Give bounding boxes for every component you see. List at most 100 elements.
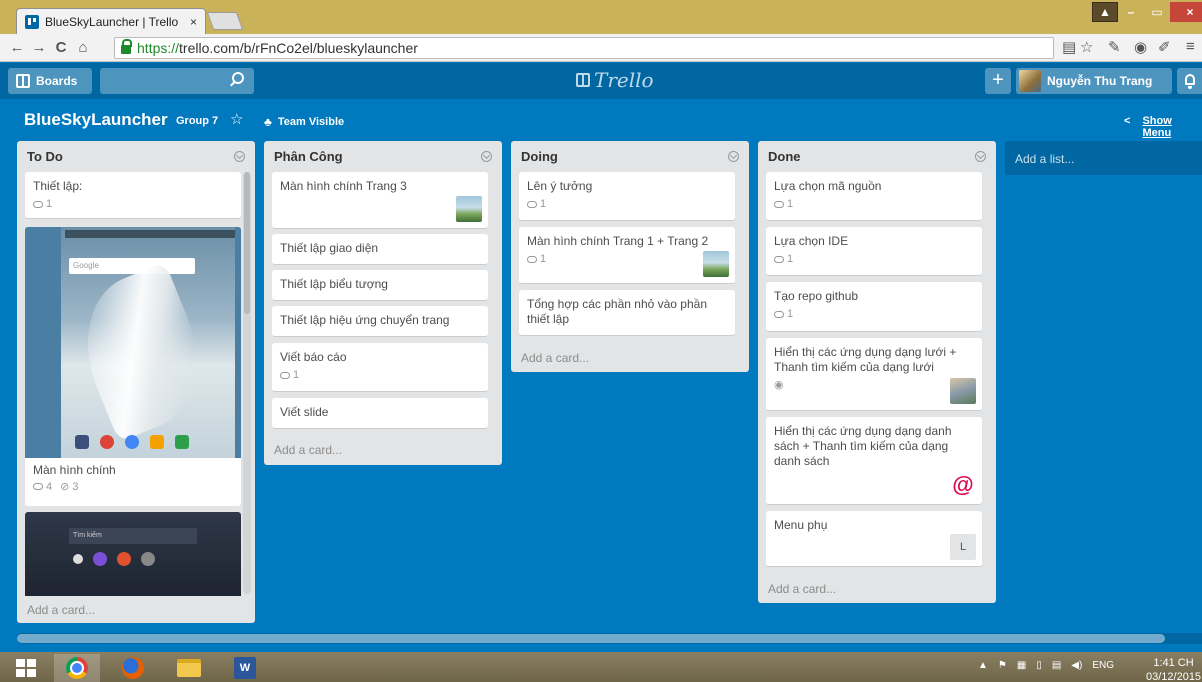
profile-icon[interactable]: ▲ — [1092, 2, 1118, 22]
card-title: Thiết lập hiệu ứng chuyển trang — [280, 313, 450, 327]
card-cover-image[interactable]: Tìm kiếm — [25, 512, 241, 596]
card-badges: 1 — [774, 197, 974, 212]
tray-flag-icon[interactable]: ⚑ — [998, 660, 1007, 671]
comment-count: 1 — [787, 198, 794, 210]
add-card-button[interactable]: Add a card... — [521, 351, 589, 365]
back-button[interactable]: ← — [6, 39, 28, 56]
notifications-button[interactable] — [1177, 68, 1202, 94]
lock-icon — [121, 39, 132, 54]
tray-volume-icon[interactable]: ◀) — [1071, 660, 1082, 671]
taskbar-clock[interactable]: 1:41 CH 03/12/2015 — [1146, 656, 1201, 682]
camera-extension-icon[interactable]: ◉ — [1134, 38, 1147, 56]
comment-icon — [33, 483, 43, 491]
maximize-button[interactable]: ▭ — [1144, 2, 1170, 22]
card-title: Tạo repo github — [774, 289, 859, 303]
taskbar-file-explorer[interactable] — [166, 654, 212, 682]
list-title: Phân Công — [274, 148, 343, 164]
search-input[interactable] — [100, 68, 254, 94]
card[interactable]: Màn hình chính Trang 1 + Trang 2 1 — [519, 227, 735, 284]
tray-battery-icon[interactable]: ▯ — [1036, 660, 1042, 671]
tray-network-icon[interactable]: ▤ — [1052, 660, 1061, 671]
reload-button[interactable]: C — [50, 39, 72, 56]
add-card-button[interactable]: Add a card... — [768, 582, 836, 596]
trello-logo[interactable]: Trello — [576, 68, 654, 92]
card-title: Thiết lập: — [33, 179, 83, 193]
tray-chevron-icon[interactable]: ▲ — [978, 660, 988, 671]
add-card-button[interactable]: Add a card... — [274, 443, 342, 457]
star-icon[interactable]: ☆ — [230, 110, 243, 128]
tab-close-icon[interactable]: × — [190, 15, 197, 29]
search-icon[interactable] — [232, 72, 244, 84]
pen-extension-icon[interactable]: ✎ — [1108, 38, 1121, 56]
add-card-button[interactable]: Add a card... — [27, 603, 95, 617]
card[interactable]: Viết slide — [272, 398, 488, 429]
image-backdrop — [235, 227, 241, 458]
close-window-button[interactable]: × — [1170, 2, 1202, 22]
browser-tab[interactable]: BlueSkyLauncher | Trello × — [16, 8, 206, 34]
card[interactable]: Lựa chọn mã nguồn 1 — [766, 172, 982, 221]
card-title: Hiển thị các ứng dụng dạng danh sách + T… — [774, 424, 952, 468]
card-title: Viết slide — [280, 405, 329, 419]
card[interactable]: Thiết lập giao diện — [272, 234, 488, 265]
add-list-button[interactable]: Add a list... — [1005, 141, 1202, 175]
card[interactable]: Tổng hợp các phần nhỏ vào phần thiết lập — [519, 290, 735, 336]
list-title: Doing — [521, 148, 558, 164]
list-menu-icon[interactable] — [728, 150, 739, 162]
card[interactable]: Hiển thị các ứng dụng dạng lưới + Thanh … — [766, 338, 982, 411]
board-horizontal-scrollbar[interactable] — [17, 633, 1202, 644]
card-badges: ◉ — [774, 378, 974, 393]
phone-search-bar: Tìm kiếm — [69, 528, 197, 544]
taskbar-chrome[interactable] — [54, 654, 100, 682]
card-badges: 1 — [527, 197, 727, 212]
card-badges: 4 ⊘ 3 — [33, 480, 233, 493]
list-header[interactable]: Doing — [511, 141, 749, 171]
address-bar[interactable]: https:// trello.com/b/rFnCo2el/blueskyla… — [114, 37, 1054, 59]
clock-time: 1:41 CH — [1153, 657, 1194, 669]
taskbar-word[interactable]: W — [222, 654, 268, 682]
list-header[interactable]: To Do — [17, 141, 255, 171]
card[interactable]: Menu phụ L — [766, 511, 982, 567]
start-button[interactable] — [8, 654, 44, 682]
bell-icon — [1185, 74, 1195, 89]
translate-icon[interactable]: ▤ — [1062, 38, 1076, 56]
list-menu-icon[interactable] — [481, 150, 492, 162]
minimize-button[interactable]: – — [1118, 2, 1144, 22]
card[interactable]: Tạo repo github 1 — [766, 282, 982, 332]
card[interactable]: Lên ý tưởng 1 — [519, 172, 735, 221]
card[interactable]: Lựa chọn IDE 1 — [766, 227, 982, 276]
user-menu-button[interactable]: Nguyễn Thu Trang — [1016, 68, 1172, 94]
add-button[interactable]: + — [985, 68, 1011, 94]
eyedropper-extension-icon[interactable]: ✐ — [1158, 38, 1171, 56]
taskbar-firefox[interactable] — [110, 654, 156, 682]
card-cover-image[interactable]: Google — [25, 227, 241, 458]
list-scrollbar[interactable] — [243, 172, 251, 594]
board-org[interactable]: Group 7 — [176, 115, 218, 127]
card[interactable]: Màn hình chính 4 ⊘ 3 — [25, 458, 241, 506]
phone-status-bar — [65, 230, 235, 238]
card[interactable]: Thiết lập: 1 — [25, 172, 241, 219]
forward-button[interactable]: → — [28, 39, 50, 56]
card[interactable]: Viết báo cáo 1 — [272, 343, 488, 392]
show-menu-button[interactable]: < Show Menu — [1124, 115, 1202, 139]
card[interactable]: Thiết lập hiệu ứng chuyển trang — [272, 306, 488, 337]
tray-apps-icon[interactable]: ▦ — [1017, 660, 1026, 671]
card-badges: 1 — [33, 197, 233, 212]
list-header[interactable]: Done — [758, 141, 996, 171]
comment-count: 1 — [46, 198, 53, 210]
card[interactable]: Màn hình chính Trang 3 — [272, 172, 488, 229]
card[interactable]: Hiển thị các ứng dụng dạng danh sách + T… — [766, 417, 982, 505]
folder-icon — [177, 659, 201, 677]
new-tab-button[interactable] — [206, 12, 244, 30]
comment-icon — [527, 200, 537, 208]
home-button[interactable]: ⌂ — [72, 39, 94, 56]
tray-language[interactable]: ENG — [1092, 660, 1114, 671]
menu-icon[interactable]: ≡ — [1186, 38, 1195, 55]
bookmark-star-icon[interactable]: ☆ — [1080, 38, 1093, 56]
boards-button[interactable]: Boards — [8, 68, 92, 94]
card[interactable]: Thiết lập biểu tượng — [272, 270, 488, 301]
list-header[interactable]: Phân Công — [264, 141, 502, 171]
board-title[interactable]: BlueSkyLauncher — [24, 110, 168, 130]
visibility-button[interactable]: ♣ Team Visible — [264, 115, 344, 129]
list-menu-icon[interactable] — [234, 150, 245, 162]
list-menu-icon[interactable] — [975, 150, 986, 162]
